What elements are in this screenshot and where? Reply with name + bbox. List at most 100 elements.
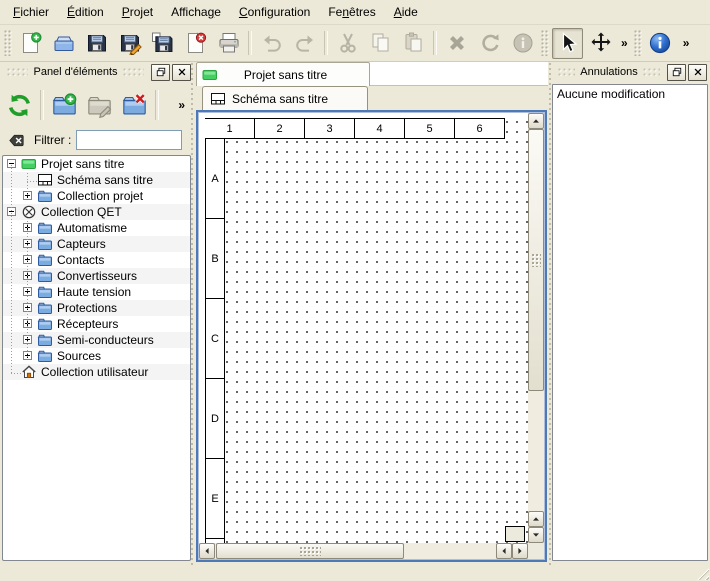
tab-project-label: Projet sans titre — [222, 68, 349, 82]
dock-handle-texture — [643, 68, 660, 76]
tree-branch-line — [11, 165, 12, 373]
clear-filter-icon — [7, 132, 26, 149]
scroll-left-button[interactable] — [199, 543, 215, 559]
edit-folder-button — [82, 87, 117, 123]
scroll-right-button[interactable] — [512, 543, 528, 559]
print-button[interactable] — [213, 28, 244, 59]
dock-close-button[interactable] — [688, 64, 707, 81]
delete-folder-button[interactable] — [117, 87, 152, 123]
close-icon — [693, 67, 703, 77]
new-file-button[interactable] — [15, 28, 46, 59]
folder-icon — [37, 316, 53, 332]
folder-icon — [37, 188, 53, 204]
menu-configuration[interactable]: Configuration — [230, 1, 319, 23]
undo-panel-dock: Annulations Aucune modification — [551, 62, 709, 561]
undo-history-item[interactable]: Aucune modification — [553, 85, 707, 104]
tree-item-haute-tension[interactable]: Haute tension — [3, 284, 190, 300]
window-resize-grip[interactable] — [696, 567, 709, 580]
tree-item-label: Collection projet — [57, 189, 143, 203]
undo-panel-titlebar[interactable]: Annulations — [551, 62, 709, 82]
scroll-down-button[interactable] — [528, 527, 544, 543]
save-icon — [85, 31, 109, 55]
dock-float-button[interactable] — [151, 64, 170, 81]
menu-projet[interactable]: Projet — [113, 1, 162, 23]
save-all-button[interactable] — [147, 28, 178, 59]
print-icon — [217, 31, 241, 55]
folder-icon — [37, 252, 53, 268]
open-file-icon — [52, 31, 76, 55]
dock-handle-texture — [558, 68, 575, 76]
tree-item-collection-utilisateur[interactable]: Collection utilisateur — [3, 364, 190, 380]
tree-item-label: Récepteurs — [57, 317, 118, 331]
home-icon — [21, 364, 37, 380]
tree-item-contacts[interactable]: Contacts — [3, 252, 190, 268]
project-icon — [21, 156, 37, 172]
undo-icon — [260, 31, 284, 55]
toolbar-overflow-chevron[interactable]: » — [617, 36, 632, 50]
tree-item-capteurs[interactable]: Capteurs — [3, 236, 190, 252]
menu-edition[interactable]: Édition — [58, 1, 113, 23]
scroll-up-button-secondary[interactable] — [528, 511, 544, 527]
horizontal-scroll-thumb[interactable] — [216, 543, 404, 559]
tree-item-automatisme[interactable]: Automatisme — [3, 220, 190, 236]
tree-item-recepteurs[interactable]: Récepteurs — [3, 316, 190, 332]
menu-affichage[interactable]: Affichage — [162, 1, 230, 23]
thumb-grip — [532, 254, 541, 267]
filter-input[interactable] — [76, 130, 182, 150]
open-file-button[interactable] — [48, 28, 79, 59]
dock-float-button[interactable] — [667, 64, 686, 81]
tab-project[interactable]: Projet sans titre — [196, 62, 370, 86]
schema-icon — [210, 91, 226, 107]
clear-filter-button[interactable] — [4, 130, 28, 151]
tree-item-sources[interactable]: Sources — [3, 348, 190, 364]
tree-item-projet-sans-titre[interactable]: Projet sans titre — [3, 156, 190, 172]
copy-icon — [369, 31, 393, 55]
tree-item-convertisseurs[interactable]: Convertisseurs — [3, 268, 190, 284]
save-all-icon — [151, 31, 175, 55]
schematic-sheet-frame: 123456 ABCDE — [205, 118, 526, 543]
vertical-scroll-thumb[interactable] — [528, 129, 544, 391]
scroll-left-button-secondary[interactable] — [496, 543, 512, 559]
filter-row: Filtrer : — [0, 128, 193, 152]
scroll-up-button[interactable] — [528, 113, 544, 129]
toolbar-grip[interactable] — [634, 30, 642, 56]
new-folder-button[interactable] — [47, 87, 82, 123]
save-button[interactable] — [81, 28, 112, 59]
tree-item-collection-projet[interactable]: Collection projet — [3, 188, 190, 204]
elements-panel-dock: Panel d'éléments » Filtrer : Projet sans… — [0, 62, 193, 567]
save-as-button[interactable] — [114, 28, 145, 59]
main-toolbar: » » — [0, 25, 710, 62]
toolbar-grip[interactable] — [4, 30, 12, 56]
cut-button — [332, 28, 363, 59]
menu-aide[interactable]: Aide — [385, 1, 427, 23]
left-splitter-handle[interactable] — [189, 62, 195, 567]
menu-fichier[interactable]: Fichier — [4, 1, 58, 23]
tree-item-collection-qet[interactable]: Collection QET — [3, 204, 190, 220]
tree-item-protections[interactable]: Protections — [3, 300, 190, 316]
panel-overflow-chevron[interactable]: » — [174, 98, 189, 112]
new-file-icon — [19, 31, 43, 55]
elements-panel-titlebar[interactable]: Panel d'éléments — [0, 62, 193, 82]
tree-branch-line — [27, 181, 37, 182]
tree-branch-line — [11, 373, 21, 374]
column-header-2: 2 — [255, 118, 305, 139]
close-file-button[interactable] — [180, 28, 211, 59]
tri-left-icon — [500, 547, 508, 555]
reload-button[interactable] — [2, 87, 37, 123]
toolbar-overflow-chevron[interactable]: » — [679, 36, 694, 50]
toolbar-grip[interactable] — [541, 30, 549, 56]
select-arrow-button[interactable] — [552, 28, 583, 59]
menu-fenetres[interactable]: Fenêtres — [319, 1, 384, 23]
elements-tree: Projet sans titreSchéma sans titreCollec… — [2, 155, 191, 561]
folder-icon — [37, 220, 53, 236]
schematic-canvas[interactable]: 123456 ABCDE — [199, 113, 528, 543]
tab-schema[interactable]: Schéma sans titre — [202, 86, 368, 111]
tree-item-semi-conducteurs[interactable]: Semi-conducteurs — [3, 332, 190, 348]
horizontal-scrollbar[interactable] — [199, 543, 528, 559]
vertical-scrollbar[interactable] — [528, 113, 544, 543]
about-info-button[interactable] — [645, 28, 676, 59]
move-button[interactable] — [585, 28, 616, 59]
tree-item-schema-sans-titre[interactable]: Schéma sans titre — [3, 172, 190, 188]
column-header-4: 4 — [355, 118, 405, 139]
toolbar-separator — [40, 90, 44, 120]
